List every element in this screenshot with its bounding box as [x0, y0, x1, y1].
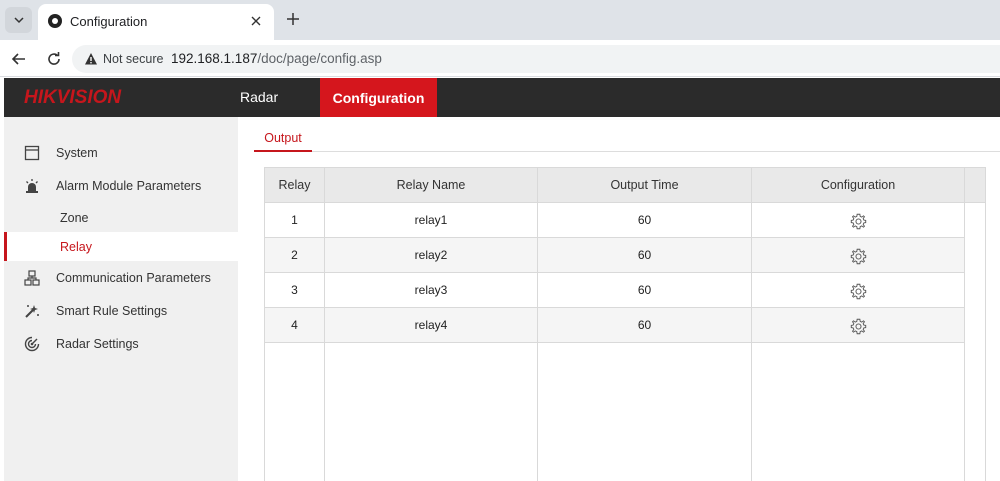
cell-output-time: 60: [637, 248, 652, 262]
smart-rule-icon: [25, 305, 39, 318]
tab-output[interactable]: Output: [254, 125, 312, 152]
logo-vision: VISION: [56, 87, 122, 108]
cell-relay-name: relay3: [414, 283, 448, 297]
arrow-left-icon: [11, 53, 25, 65]
sidebar-item-label: Smart Rule Settings: [56, 304, 168, 318]
column-header-relay-name[interactable]: Relay Name: [325, 168, 537, 203]
sidebar-item-radar-settings[interactable]: Radar Settings: [4, 329, 238, 359]
new-tab-button[interactable]: [282, 8, 304, 30]
table-row: 4 relay4 60: [265, 308, 964, 343]
nav-radar[interactable]: Radar: [240, 89, 278, 105]
plus-icon: [287, 13, 299, 25]
sidebar-item-relay[interactable]: Relay: [4, 232, 238, 261]
system-icon: [24, 145, 40, 161]
sidebar-item-label: Zone: [60, 211, 89, 225]
app-header: HIKVISION Radar Configuration: [4, 78, 1000, 117]
radar-icon: [24, 336, 40, 352]
url-path: /doc/page/config.asp: [257, 51, 382, 66]
warning-icon: [85, 53, 97, 65]
browser-tab-strip: Configuration: [0, 0, 1000, 40]
gear-icon[interactable]: [850, 283, 867, 300]
sidebar-item-label: Communication Parameters: [56, 271, 211, 285]
browser-toolbar: Not secure 192.168.1.187/doc/page/config…: [0, 40, 1000, 77]
column-header-output-time[interactable]: Output Time: [538, 168, 751, 203]
back-button[interactable]: [8, 48, 30, 70]
nav-configuration[interactable]: Configuration: [320, 78, 437, 117]
cell-relay: 3: [291, 283, 298, 297]
cell-relay: 4: [291, 318, 298, 332]
table-header: Relay Relay Name Output Time Configurati…: [265, 168, 985, 203]
url-text[interactable]: 192.168.1.187/doc/page/config.asp: [171, 51, 382, 66]
sidebar-item-smart-rule[interactable]: Smart Rule Settings: [4, 296, 238, 326]
gear-icon[interactable]: [850, 318, 867, 335]
site-favicon-icon: [48, 14, 62, 28]
gear-icon[interactable]: [850, 248, 867, 265]
sidebar-item-label: Relay: [60, 240, 92, 254]
reload-button[interactable]: [43, 48, 65, 70]
column-divider: [537, 168, 538, 481]
subtab-bar: Output: [254, 125, 1000, 152]
hikvision-logo: HIKVISION: [24, 87, 121, 109]
column-divider: [324, 168, 325, 481]
cell-output-time: 60: [637, 318, 652, 332]
table-row: 3 relay3 60: [265, 273, 964, 308]
cell-output-time: 60: [637, 213, 652, 227]
security-status[interactable]: Not secure: [103, 52, 163, 66]
column-header-relay[interactable]: Relay: [265, 168, 324, 203]
network-icon: [24, 270, 40, 286]
cell-output-time: 60: [637, 283, 652, 297]
chevron-down-icon: [13, 17, 24, 24]
gear-icon[interactable]: [850, 213, 867, 230]
tab-list-button[interactable]: [5, 7, 32, 33]
sidebar-item-label: System: [56, 146, 98, 160]
sidebar: System Alarm Module Parameters Zone Rela…: [4, 117, 238, 481]
reload-icon: [48, 52, 60, 65]
alarm-icon: [26, 179, 38, 193]
relay-output-table: Relay Relay Name Output Time Configurati…: [264, 167, 986, 481]
cell-relay-name: relay4: [414, 318, 448, 332]
browser-tab-configuration[interactable]: Configuration: [38, 4, 274, 40]
cell-relay: 2: [291, 248, 298, 262]
cell-relay-name: relay2: [414, 248, 448, 262]
table-row: 1 relay1 60: [265, 203, 964, 238]
sidebar-item-system[interactable]: System: [4, 138, 238, 168]
tab-close-button[interactable]: [246, 11, 266, 31]
sidebar-item-label: Alarm Module Parameters: [56, 179, 202, 193]
cell-relay-name: relay1: [414, 213, 448, 227]
column-header-configuration[interactable]: Configuration: [752, 168, 964, 203]
url-host: 192.168.1.187: [171, 51, 258, 66]
address-bar[interactable]: Not secure 192.168.1.187/doc/page/config…: [72, 45, 1000, 73]
sidebar-item-zone[interactable]: Zone: [4, 203, 238, 232]
table-row: 2 relay2 60: [265, 238, 964, 273]
column-divider: [751, 168, 752, 481]
cell-relay: 1: [291, 213, 298, 227]
tab-title: Configuration: [70, 14, 148, 29]
sidebar-item-alarm-module[interactable]: Alarm Module Parameters: [4, 171, 238, 201]
logo-hik: HIK: [24, 87, 57, 108]
close-icon: [251, 16, 261, 26]
column-divider: [964, 168, 965, 481]
sidebar-item-label: Radar Settings: [56, 337, 139, 351]
sidebar-item-communication[interactable]: Communication Parameters: [4, 263, 238, 293]
